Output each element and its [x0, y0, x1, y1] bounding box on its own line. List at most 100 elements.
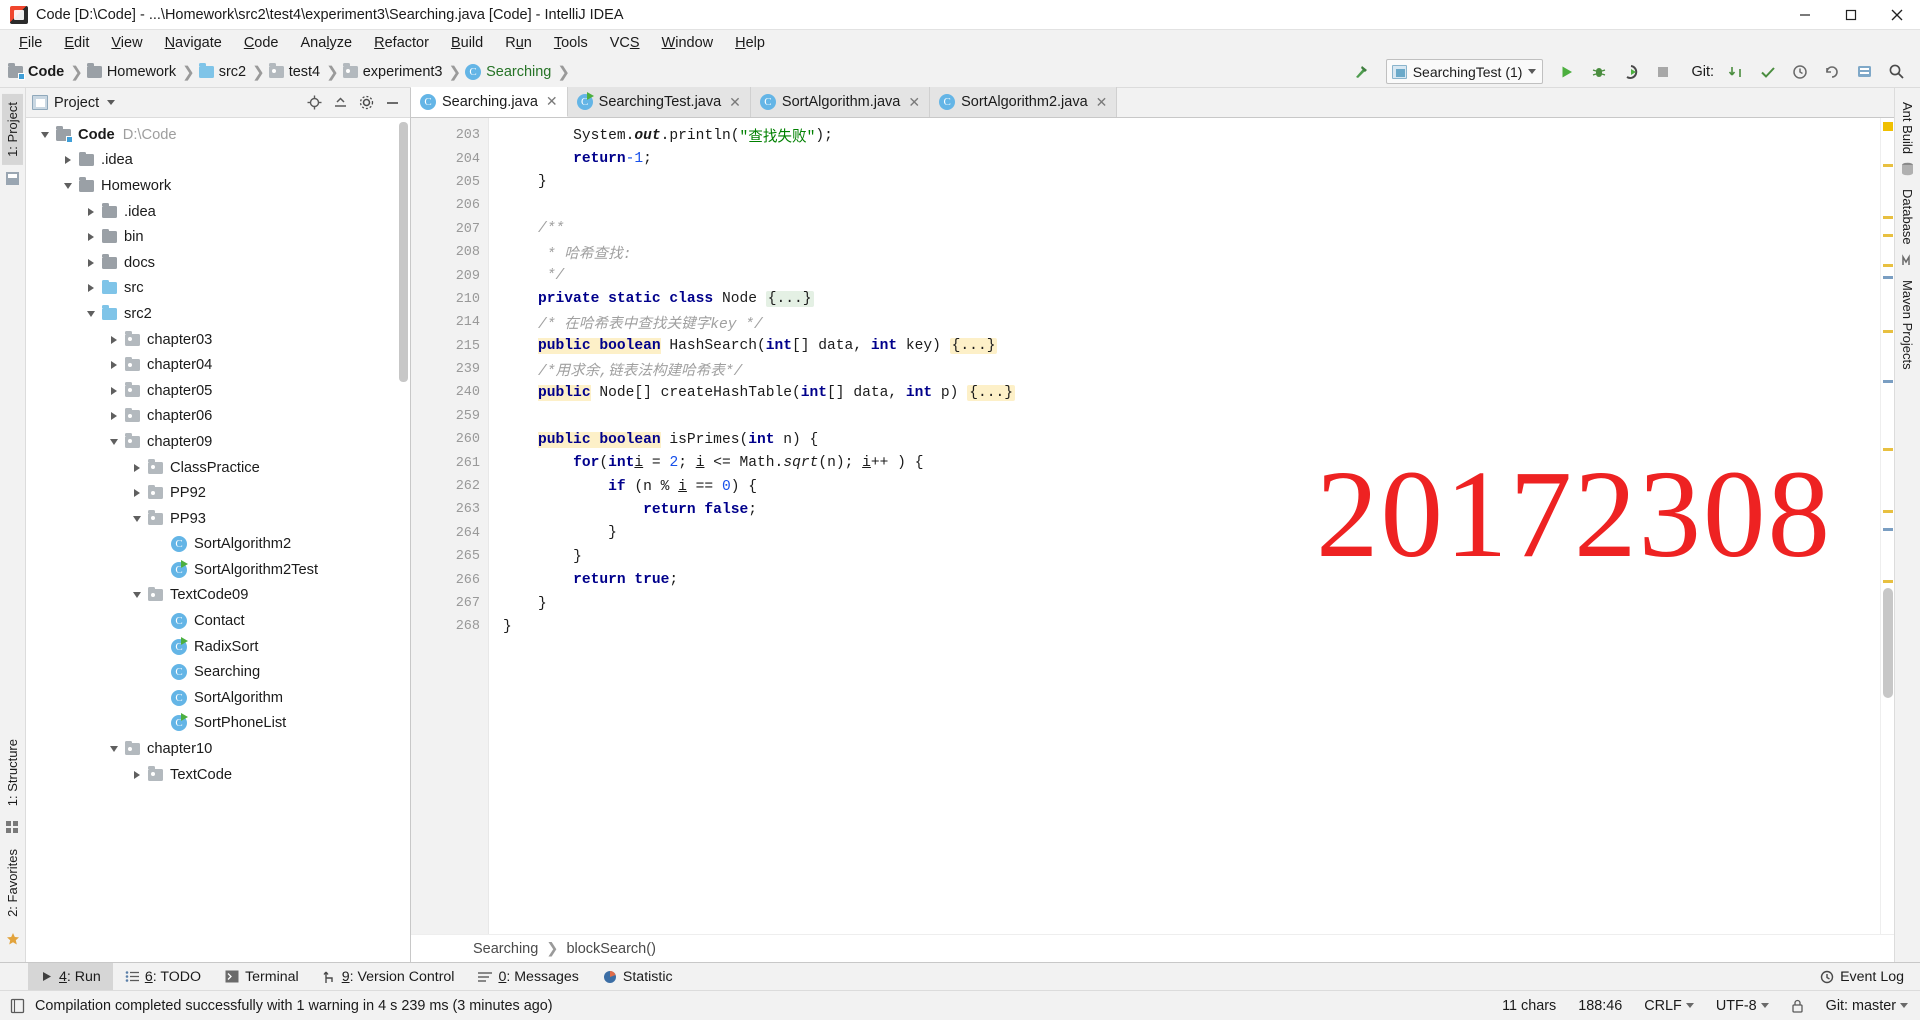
sidebar-item-structure[interactable]: 1: Structure [2, 731, 23, 814]
close-icon[interactable]: ✕ [729, 94, 741, 111]
editor-tab-searchingtest-java[interactable]: C SearchingTest.java ✕ [567, 87, 751, 117]
git-commit-icon[interactable] [1754, 59, 1782, 85]
chevron-right-icon[interactable] [57, 156, 79, 165]
tree-node-sortalgorithm2test[interactable]: C SortAlgorithm2Test [26, 557, 410, 583]
breadcrumb-src2[interactable]: src2 ❯ [198, 63, 269, 81]
star-icon[interactable] [6, 932, 19, 945]
menu-tools[interactable]: Tools [543, 33, 599, 53]
chevron-right-icon[interactable] [80, 233, 102, 242]
tree-node-homework[interactable]: Homework [26, 173, 410, 199]
sidebar-item-ant-build[interactable]: Ant Build [1897, 94, 1918, 162]
sidebar-item-favorites[interactable]: 2: Favorites [2, 841, 23, 925]
tree-node-chapter10[interactable]: chapter10 [26, 736, 410, 762]
run-configuration-selector[interactable]: SearchingTest (1) [1385, 59, 1544, 84]
tree-node-textcode09[interactable]: TextCode09 [26, 583, 410, 609]
gear-icon[interactable] [354, 91, 378, 115]
error-stripe-markers[interactable] [1880, 118, 1894, 934]
menu-refactor[interactable]: Refactor [363, 33, 440, 53]
menu-analyze[interactable]: Analyze [290, 33, 364, 53]
chevron-down-icon[interactable] [57, 182, 79, 189]
breadcrumb-experiment3[interactable]: experiment3 ❯ [342, 63, 465, 81]
close-button[interactable] [1874, 0, 1920, 30]
sidebar-item-database[interactable]: Database [1897, 181, 1918, 253]
project-tree[interactable]: Code D:\Code .idea Homework .idea bin docs src s… [26, 118, 410, 962]
close-icon[interactable]: ✕ [1096, 94, 1108, 111]
tree-node-classpractice[interactable]: ClassPractice [26, 455, 410, 481]
close-icon[interactable]: ✕ [908, 94, 920, 111]
tree-node-src2[interactable]: src2 [26, 301, 410, 327]
tree-node-searching[interactable]: C Searching [26, 659, 410, 685]
chevron-down-icon[interactable] [107, 100, 116, 105]
menu-navigate[interactable]: Navigate [154, 33, 233, 53]
menu-run[interactable]: Run [494, 33, 543, 53]
chevron-right-icon[interactable] [103, 412, 125, 421]
collapse-all-icon[interactable] [328, 91, 352, 115]
tree-node--idea[interactable]: .idea [26, 148, 410, 174]
run-with-coverage-icon[interactable] [1617, 59, 1645, 85]
chevron-right-icon[interactable] [80, 258, 102, 267]
breadcrumb-homework[interactable]: Homework ❯ [86, 63, 199, 81]
tree-node-chapter04[interactable]: chapter04 [26, 352, 410, 378]
breadcrumb-method[interactable]: blockSearch() [566, 941, 655, 957]
tool-window-button-statistic[interactable]: Statistic [591, 963, 685, 991]
menu-vcs[interactable]: VCS [599, 33, 651, 53]
chevron-down-icon[interactable] [126, 515, 148, 522]
database-icon[interactable] [1901, 162, 1914, 181]
hammer-icon[interactable] [1348, 59, 1376, 85]
code-content[interactable]: System. out .println("查找失败"); return -1; }… [489, 118, 1880, 934]
minimize-button[interactable] [1782, 0, 1828, 30]
sidebar-item-maven-projects[interactable]: Maven Projects [1897, 272, 1918, 378]
git-history-icon[interactable] [1786, 59, 1814, 85]
tool-window-button-6-todo[interactable]: 6: TODO [113, 963, 213, 991]
locate-icon[interactable] [302, 91, 326, 115]
line-separator-selector[interactable]: CRLF [1644, 998, 1694, 1014]
tree-node-chapter09[interactable]: chapter09 [26, 429, 410, 455]
editor-tab-sortalgorithm2-java[interactable]: C SortAlgorithm2.java ✕ [930, 87, 1118, 117]
tree-node-pp92[interactable]: PP92 [26, 480, 410, 506]
chevron-down-icon[interactable] [103, 746, 125, 753]
event-log-button[interactable]: Event Log [1820, 969, 1920, 985]
chevron-down-icon[interactable] [103, 438, 125, 445]
menu-build[interactable]: Build [440, 33, 494, 53]
tree-scrollbar[interactable] [399, 122, 408, 382]
chevron-right-icon[interactable] [80, 284, 102, 293]
tree-node-sortalgorithm2[interactable]: C SortAlgorithm2 [26, 532, 410, 558]
editor-tab-sortalgorithm-java[interactable]: C SortAlgorithm.java ✕ [750, 87, 931, 117]
lock-icon[interactable] [1791, 999, 1804, 1013]
grid-icon[interactable] [6, 821, 19, 834]
chevron-right-icon[interactable] [126, 770, 148, 779]
settings-icon[interactable] [1850, 59, 1878, 85]
editor-tab-searching-java[interactable]: C Searching.java ✕ [411, 87, 568, 117]
structure-square-icon[interactable] [6, 171, 19, 185]
tree-node-bin[interactable]: bin [26, 224, 410, 250]
sidebar-item-project[interactable]: 1: Project [2, 94, 23, 165]
tree-node-sortphonelist[interactable]: C SortPhoneList [26, 711, 410, 737]
tree-node-textcode[interactable]: TextCode [26, 762, 410, 788]
menu-code[interactable]: Code [233, 33, 290, 53]
encoding-selector[interactable]: UTF-8 [1716, 998, 1769, 1014]
tree-node-pp93[interactable]: PP93 [26, 506, 410, 532]
maximize-button[interactable] [1828, 0, 1874, 30]
tool-window-button-terminal[interactable]: Terminal [213, 963, 311, 991]
tree-node-radixsort[interactable]: C RadixSort [26, 634, 410, 660]
hide-icon[interactable] [380, 91, 404, 115]
menu-help[interactable]: Help [724, 33, 776, 53]
breadcrumb-searching[interactable]: C Searching ❯ [465, 63, 574, 81]
close-icon[interactable]: ✕ [546, 93, 558, 110]
search-icon[interactable] [1882, 59, 1910, 85]
maven-icon[interactable] [1901, 253, 1915, 272]
tree-node-chapter05[interactable]: chapter05 [26, 378, 410, 404]
chevron-right-icon[interactable] [103, 335, 125, 344]
breadcrumb-code[interactable]: Code ❯ [8, 63, 87, 81]
menu-file[interactable]: File [8, 33, 53, 53]
tree-node-contact[interactable]: C Contact [26, 608, 410, 634]
chevron-down-icon[interactable] [34, 131, 56, 138]
chevron-right-icon[interactable] [126, 489, 148, 498]
menu-edit[interactable]: Edit [53, 33, 100, 53]
chevron-right-icon[interactable] [103, 386, 125, 395]
editor-vertical-scrollbar[interactable] [1883, 588, 1893, 698]
tree-node-chapter06[interactable]: chapter06 [26, 404, 410, 430]
tree-node-chapter03[interactable]: chapter03 [26, 327, 410, 353]
chevron-right-icon[interactable] [126, 463, 148, 472]
breadcrumb-class[interactable]: Searching [473, 941, 538, 957]
